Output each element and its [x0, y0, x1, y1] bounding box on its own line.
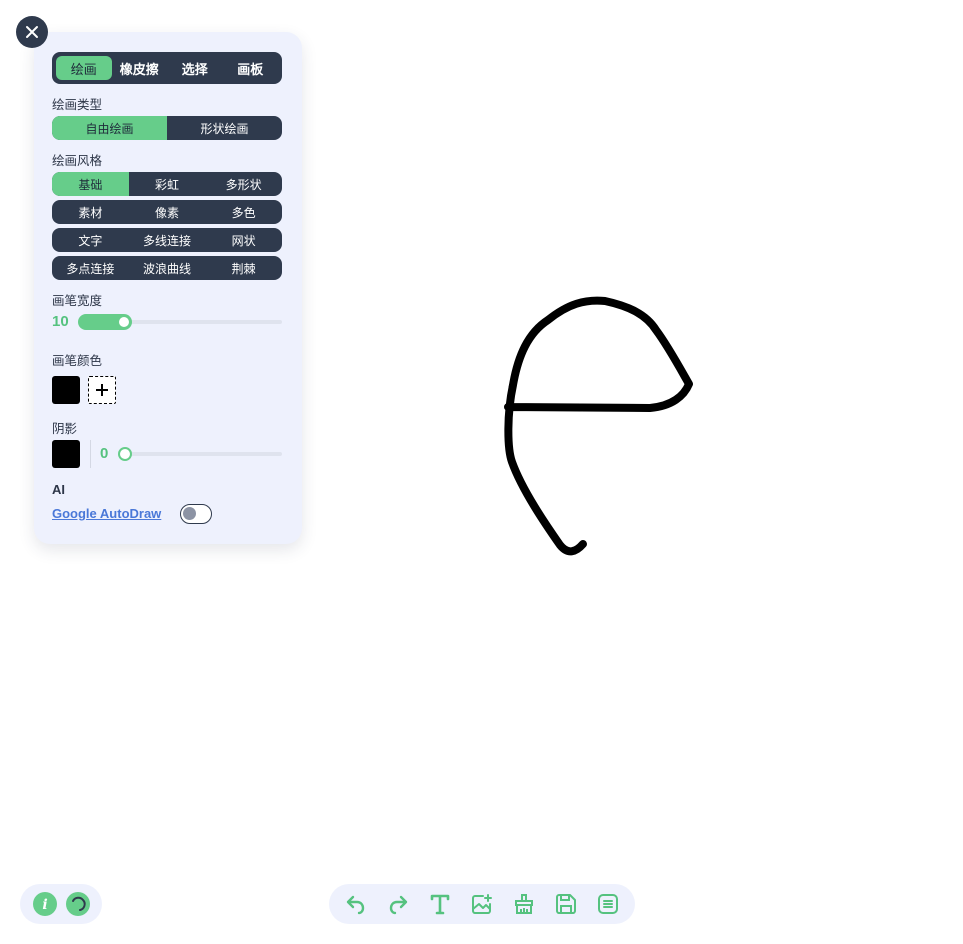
ai-label: AI [52, 482, 65, 497]
divider [90, 440, 91, 468]
close-icon [26, 26, 38, 38]
draw-type-selector: 自由绘画 形状绘画 [52, 116, 282, 140]
draw-style-row-2: 素材 像素 多色 [52, 200, 282, 224]
theme-button[interactable] [65, 892, 90, 916]
style-wave[interactable]: 波浪曲线 [129, 256, 206, 280]
brush-width-handle[interactable] [117, 315, 131, 329]
close-panel-button[interactable] [16, 16, 48, 48]
info-button[interactable]: i [32, 892, 57, 916]
shadow-color-swatch[interactable] [52, 440, 80, 468]
style-multi-line[interactable]: 多线连接 [129, 228, 206, 252]
redo-button[interactable] [383, 889, 413, 919]
draw-style-row-4: 多点连接 波浪曲线 荆棘 [52, 256, 282, 280]
tab-board[interactable]: 画板 [223, 56, 279, 80]
undo-icon [346, 895, 365, 915]
style-multi-point[interactable]: 多点连接 [52, 256, 129, 280]
add-color-button[interactable] [88, 376, 116, 404]
text-tool-button[interactable] [425, 889, 455, 919]
brush-color-swatch[interactable] [52, 376, 80, 404]
svg-text:i: i [42, 897, 47, 913]
text-icon [430, 894, 450, 915]
style-thorn[interactable]: 荆棘 [205, 256, 282, 280]
toggle-knob [183, 507, 196, 520]
draw-style-row-1: 基础 彩虹 多形状 [52, 172, 282, 196]
style-mesh[interactable]: 网状 [205, 228, 282, 252]
menu-button[interactable] [593, 889, 623, 919]
style-basic[interactable]: 基础 [52, 172, 129, 196]
theme-icon [71, 896, 86, 911]
draw-type-label: 绘画类型 [52, 97, 103, 112]
info-icon: i [42, 897, 47, 913]
plus-icon [96, 384, 108, 396]
add-image-icon [472, 894, 492, 914]
bottom-left-controls: i [20, 884, 102, 924]
save-button[interactable] [551, 889, 581, 919]
clear-brush-icon [515, 894, 533, 914]
autodraw-toggle[interactable] [180, 504, 212, 524]
draw-type-free[interactable]: 自由绘画 [52, 116, 167, 140]
shadow-handle[interactable] [118, 447, 132, 461]
style-rainbow[interactable]: 彩虹 [129, 172, 206, 196]
bottom-toolbar [329, 884, 635, 924]
brush-width-value: 10 [52, 313, 69, 330]
drawing-panel: 绘画 橡皮擦 选择 画板 绘画类型 自由绘画 形状绘画 绘画风格 基础 彩虹 多… [34, 32, 302, 544]
shadow-value: 0 [100, 445, 109, 462]
brush-color-label: 画笔颜色 [52, 353, 103, 368]
redo-icon [389, 895, 408, 915]
tab-select[interactable]: 选择 [167, 56, 223, 80]
mode-tabs: 绘画 橡皮擦 选择 画板 [52, 52, 282, 84]
tab-eraser[interactable]: 橡皮擦 [112, 56, 168, 80]
style-multicolor[interactable]: 多色 [205, 200, 282, 224]
add-image-button[interactable] [467, 889, 497, 919]
style-multi-shape[interactable]: 多形状 [205, 172, 282, 196]
shadow-label: 阴影 [52, 421, 78, 436]
shadow-track[interactable] [124, 452, 282, 456]
save-icon [556, 894, 576, 914]
draw-style-label: 绘画风格 [52, 153, 103, 168]
style-text[interactable]: 文字 [52, 228, 129, 252]
clear-button[interactable] [509, 889, 539, 919]
menu-icon [598, 894, 618, 914]
style-pixel[interactable]: 像素 [129, 200, 206, 224]
brush-width-label: 画笔宽度 [52, 293, 103, 308]
undo-button[interactable] [341, 889, 371, 919]
style-material[interactable]: 素材 [52, 200, 129, 224]
draw-type-shape[interactable]: 形状绘画 [167, 116, 282, 140]
draw-style-row-3: 文字 多线连接 网状 [52, 228, 282, 252]
google-autodraw-link[interactable]: Google AutoDraw [52, 506, 161, 521]
tab-draw[interactable]: 绘画 [56, 56, 112, 80]
